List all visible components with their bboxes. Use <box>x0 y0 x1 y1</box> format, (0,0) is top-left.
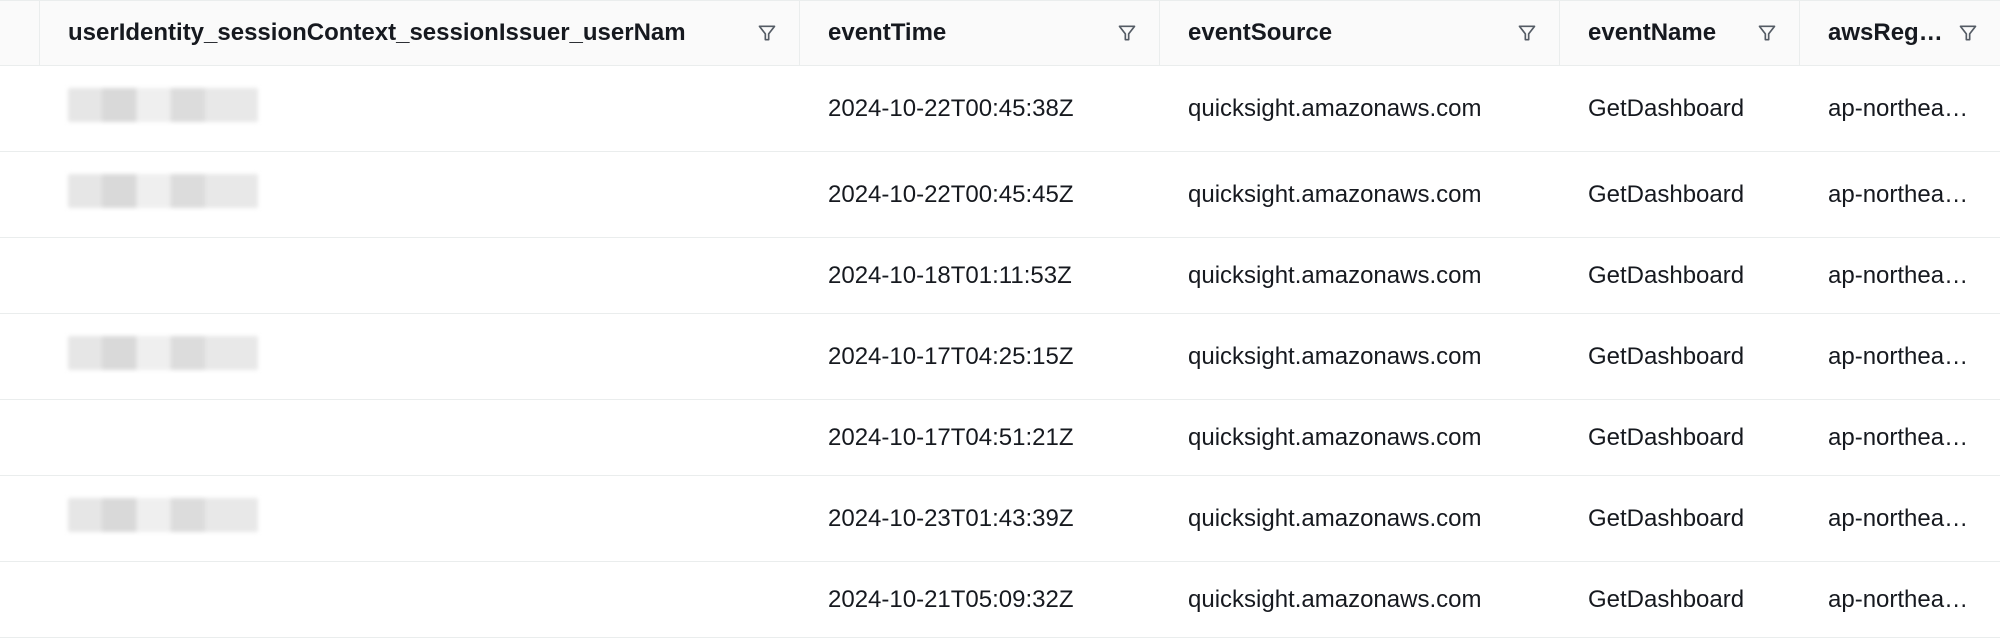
table-row[interactable]: 2024-10-18T01:11:53Z quicksight.amazonaw… <box>0 238 2000 314</box>
cell-awsRegion: ap-northeast-1 <box>1800 402 2000 474</box>
cell-awsRegion: ap-northeast-1 <box>1800 483 2000 555</box>
cell-userIdentity <box>40 254 800 298</box>
cell-awsRegion: ap-northeast-1 <box>1800 73 2000 145</box>
table-row[interactable]: 2024-10-21T05:09:32Z quicksight.amazonaw… <box>0 562 2000 638</box>
table-row[interactable]: 2024-10-22T00:45:45Z quicksight.amazonaw… <box>0 152 2000 238</box>
cell-eventSource: quicksight.amazonaws.com <box>1160 483 1560 555</box>
cell-eventTime: 2024-10-21T05:09:32Z <box>800 564 1160 636</box>
cell-eventName: GetDashboard <box>1560 402 1800 474</box>
table-row[interactable]: 2024-10-17T04:25:15Z quicksight.amazonaw… <box>0 314 2000 400</box>
cell-eventTime: 2024-10-22T00:45:45Z <box>800 159 1160 231</box>
cell-userIdentity <box>40 578 800 622</box>
filter-icon[interactable] <box>1757 23 1777 43</box>
cell-eventSource: quicksight.amazonaws.com <box>1160 73 1560 145</box>
cell-eventTime: 2024-10-17T04:25:15Z <box>800 321 1160 393</box>
cell-eventName: GetDashboard <box>1560 240 1800 312</box>
cell-eventTime: 2024-10-18T01:11:53Z <box>800 240 1160 312</box>
redacted-text <box>68 88 258 122</box>
cell-eventName: GetDashboard <box>1560 483 1800 555</box>
table-header-row: userIdentity_sessionContext_sessionIssue… <box>0 0 2000 66</box>
cell-userIdentity <box>40 416 800 460</box>
row-leading-gutter <box>0 1 40 65</box>
column-label: awsRegion <box>1828 19 1944 47</box>
events-table: userIdentity_sessionContext_sessionIssue… <box>0 0 2000 638</box>
redacted-text <box>68 174 258 208</box>
column-header-eventName[interactable]: eventName <box>1560 1 1800 65</box>
filter-icon[interactable] <box>1517 23 1537 43</box>
cell-eventSource: quicksight.amazonaws.com <box>1160 240 1560 312</box>
column-label: userIdentity_sessionContext_sessionIssue… <box>68 19 686 47</box>
table-row[interactable]: 2024-10-17T04:51:21Z quicksight.amazonaw… <box>0 400 2000 476</box>
column-header-awsRegion[interactable]: awsRegion <box>1800 1 2000 65</box>
cell-eventSource: quicksight.amazonaws.com <box>1160 159 1560 231</box>
table-row[interactable]: 2024-10-22T00:45:38Z quicksight.amazonaw… <box>0 66 2000 152</box>
redacted-text <box>68 336 258 370</box>
table-row[interactable]: 2024-10-23T01:43:39Z quicksight.amazonaw… <box>0 476 2000 562</box>
cell-eventTime: 2024-10-17T04:51:21Z <box>800 402 1160 474</box>
column-header-eventTime[interactable]: eventTime <box>800 1 1160 65</box>
cell-eventTime: 2024-10-23T01:43:39Z <box>800 483 1160 555</box>
cell-awsRegion: ap-northeast-1 <box>1800 240 2000 312</box>
redacted-text <box>68 498 258 532</box>
cell-userIdentity <box>40 66 800 151</box>
column-label: eventTime <box>828 19 946 47</box>
cell-eventName: GetDashboard <box>1560 73 1800 145</box>
cell-awsRegion: ap-northeast-1 <box>1800 564 2000 636</box>
filter-icon[interactable] <box>1958 23 1978 43</box>
cell-awsRegion: ap-northeast-1 <box>1800 321 2000 393</box>
cell-userIdentity <box>40 476 800 561</box>
cell-userIdentity <box>40 314 800 399</box>
table-body: 2024-10-22T00:45:38Z quicksight.amazonaw… <box>0 66 2000 638</box>
column-label: eventSource <box>1188 19 1332 47</box>
cell-eventSource: quicksight.amazonaws.com <box>1160 402 1560 474</box>
column-header-userIdentity[interactable]: userIdentity_sessionContext_sessionIssue… <box>40 1 800 65</box>
filter-icon[interactable] <box>757 23 777 43</box>
cell-eventSource: quicksight.amazonaws.com <box>1160 564 1560 636</box>
cell-eventName: GetDashboard <box>1560 159 1800 231</box>
cell-awsRegion: ap-northeast-1 <box>1800 159 2000 231</box>
column-header-eventSource[interactable]: eventSource <box>1160 1 1560 65</box>
cell-eventName: GetDashboard <box>1560 564 1800 636</box>
column-label: eventName <box>1588 19 1716 47</box>
filter-icon[interactable] <box>1117 23 1137 43</box>
cell-eventName: GetDashboard <box>1560 321 1800 393</box>
cell-eventSource: quicksight.amazonaws.com <box>1160 321 1560 393</box>
cell-userIdentity <box>40 152 800 237</box>
cell-eventTime: 2024-10-22T00:45:38Z <box>800 73 1160 145</box>
